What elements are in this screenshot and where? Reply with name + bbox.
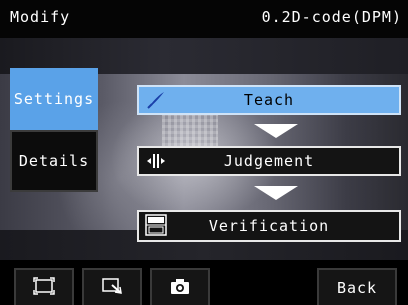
title-bar: Modify 0.2D-code(DPM): [0, 0, 408, 38]
tab-settings[interactable]: Settings: [10, 68, 98, 130]
zoom-region-icon: [101, 277, 123, 299]
capture-image-button[interactable]: [150, 268, 210, 305]
flow-down-arrow-1: [254, 124, 298, 138]
verification-button[interactable]: Verification: [137, 210, 401, 242]
zoom-region-button[interactable]: [82, 268, 142, 305]
back-button[interactable]: Back: [317, 268, 397, 305]
full-view-frame-icon: [33, 276, 55, 299]
full-view-button[interactable]: [14, 268, 74, 305]
teach-label: Teach: [243, 91, 295, 109]
verification-label: Verification: [208, 217, 330, 235]
judgement-label: Judgement: [223, 152, 315, 170]
judgement-button[interactable]: Judgement: [137, 146, 401, 176]
camera-icon: [169, 277, 191, 299]
item-title: 0.2D-code(DPM): [261, 8, 402, 26]
teach-button[interactable]: Teach: [137, 85, 401, 115]
modify-screen: Modify 0.2D-code(DPM) Settings Details T…: [0, 0, 408, 305]
flow-down-arrow-2: [254, 186, 298, 200]
tab-details[interactable]: Details: [10, 130, 98, 192]
mode-title: Modify: [10, 8, 71, 26]
